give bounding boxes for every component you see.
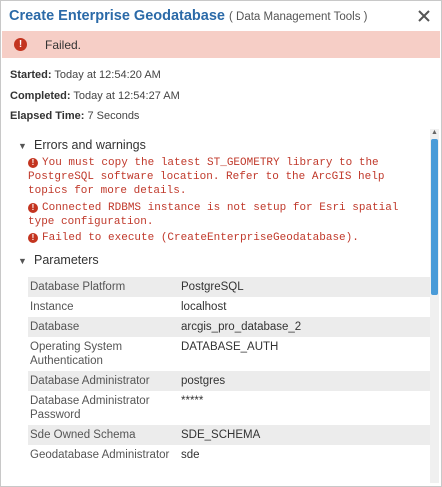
error-icon: !: [28, 233, 38, 243]
title-bar: Create Enterprise Geodatabase( Data Mana…: [1, 1, 441, 31]
errors-header-label: Errors and warnings: [34, 138, 146, 152]
error-message-text: You must copy the latest ST_GEOMETRY lib…: [28, 157, 385, 197]
parameter-name: Sde Owned Schema: [30, 429, 136, 441]
parameter-row: Database Administrator postgres: [28, 371, 431, 391]
chevron-down-icon: ▼: [18, 256, 27, 266]
tool-title: Create Enterprise Geodatabase( Data Mana…: [9, 8, 367, 24]
error-message-text: Connected RDBMS instance is not setup fo…: [28, 202, 399, 228]
close-icon: [418, 10, 430, 22]
parameter-value: arcgis_pro_database_2: [181, 321, 302, 333]
parameter-name: Database Administrator Password: [30, 395, 150, 421]
parameter-row: Database arcgis_pro_database_2: [28, 317, 431, 337]
error-icon: !: [28, 203, 38, 213]
parameter-row: Instance localhost: [28, 297, 431, 317]
error-icon: !: [14, 38, 27, 51]
completed-label: Completed:: [10, 90, 71, 102]
elapsed-label: Elapsed Time:: [10, 110, 85, 122]
parameter-value: sde: [181, 449, 200, 461]
status-text: Failed.: [45, 38, 82, 52]
vertical-scrollbar[interactable]: ▲: [430, 129, 439, 483]
parameters-header-label: Parameters: [34, 253, 99, 267]
parameter-name: Operating System Authentication: [30, 341, 123, 367]
scroll-up-arrow-icon[interactable]: ▲: [430, 129, 439, 137]
details-scroll-pane[interactable]: ▼ Errors and warnings ! You must copy the …: [2, 129, 440, 483]
toolbox-name: ( Data Management Tools ): [228, 11, 368, 23]
started-info: Started: Today at 12:54:20 AM: [10, 69, 161, 81]
close-button[interactable]: [415, 7, 433, 25]
error-message: ! Failed to execute (CreateEnterpriseGeod…: [28, 231, 408, 245]
error-message-text: Failed to execute (CreateEnterpriseGeoda…: [42, 232, 359, 244]
parameter-row: Sde Owned Schema SDE_SCHEMA: [28, 425, 431, 445]
elapsed-info: Elapsed Time: 7 Seconds: [10, 110, 139, 122]
elapsed-value: 7 Seconds: [87, 110, 140, 122]
chevron-down-icon: ▼: [18, 141, 27, 151]
completed-value: Today at 12:54:27 AM: [73, 90, 180, 102]
parameter-row: Operating System Authentication DATABASE…: [28, 337, 431, 371]
parameter-row: Database Administrator Password *****: [28, 391, 431, 425]
parameter-value: localhost: [181, 301, 227, 313]
parameter-value: DATABASE_AUTH: [181, 341, 279, 353]
parameter-name: Database Administrator: [30, 375, 150, 387]
scroll-thumb[interactable]: [431, 139, 438, 295]
parameter-value: PostgreSQL: [181, 281, 244, 293]
parameter-row: Database Platform PostgreSQL: [28, 277, 431, 297]
status-banner: ! Failed.: [2, 31, 440, 58]
parameter-name: Database: [30, 321, 80, 333]
geoprocessing-details-window: Create Enterprise Geodatabase( Data Mana…: [0, 0, 442, 487]
parameter-value: postgres: [181, 375, 226, 387]
parameter-name: Database Platform: [30, 281, 126, 293]
started-label: Started:: [10, 69, 52, 81]
started-value: Today at 12:54:20 AM: [54, 69, 161, 81]
parameter-row: Geodatabase Administrator sde: [28, 445, 431, 465]
parameter-name: Geodatabase Administrator: [30, 449, 170, 461]
parameter-name: Instance: [30, 301, 74, 313]
completed-info: Completed: Today at 12:54:27 AM: [10, 90, 180, 102]
parameter-value: SDE_SCHEMA: [181, 429, 261, 441]
errors-section-header[interactable]: ▼ Errors and warnings: [18, 138, 146, 152]
error-message: ! Connected RDBMS instance is not setup f…: [28, 201, 408, 229]
tool-name: Create Enterprise Geodatabase: [9, 8, 225, 24]
parameters-section-header[interactable]: ▼ Parameters: [18, 253, 99, 267]
parameters-table: Database Platform PostgreSQL Instance lo…: [28, 277, 431, 465]
error-message: ! You must copy the latest ST_GEOMETRY li…: [28, 156, 408, 198]
error-icon: !: [28, 158, 38, 168]
parameter-value: *****: [181, 395, 204, 407]
